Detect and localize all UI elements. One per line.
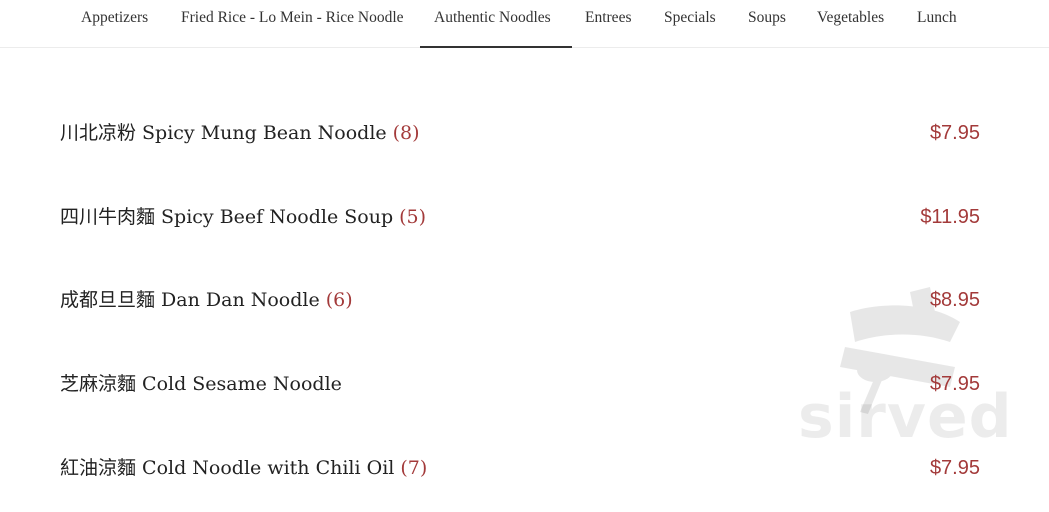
- menu-item[interactable]: 成都旦旦麵 Dan Dan Noodle (6) $8.95: [60, 285, 984, 325]
- tab-entrees[interactable]: Entrees: [571, 0, 645, 48]
- menu-item-title: 芝麻涼麵 Cold Sesame Noodle: [60, 373, 342, 395]
- menu-item-price: $8.95: [929, 289, 980, 311]
- tab-lunch[interactable]: Lunch: [903, 0, 971, 48]
- menu-item-title: 成都旦旦麵 Dan Dan Noodle: [60, 289, 320, 311]
- menu-item-name: 芝麻涼麵 Cold Sesame Noodle: [60, 369, 348, 396]
- tab-label: Entrees: [585, 9, 632, 26]
- tab-label: Soups: [748, 9, 786, 26]
- menu-item[interactable]: 四川牛肉麵 Spicy Beef Noodle Soup (5) $11.95: [60, 202, 984, 242]
- tab-label: Specials: [664, 9, 716, 26]
- menu-item-name: 四川牛肉麵 Spicy Beef Noodle Soup (5): [60, 202, 426, 229]
- tab-label: Vegetables: [817, 9, 885, 26]
- menu-item-spice-level: (5): [399, 206, 427, 228]
- tab-fried-rice-lo-mein-rice-noodle[interactable]: Fried Rice - Lo Mein - Rice Noodle: [167, 0, 418, 48]
- menu-item-price: $11.95: [920, 206, 980, 228]
- menu-item-name: 川北凉粉 Spicy Mung Bean Noodle (8): [60, 118, 420, 145]
- tab-label: Appetizers: [81, 9, 149, 26]
- menu-item-title: 四川牛肉麵 Spicy Beef Noodle Soup: [60, 206, 394, 228]
- menu-item-title: 紅油涼麵 Cold Noodle with Chili Oil: [60, 457, 395, 479]
- tab-authentic-noodles[interactable]: Authentic Noodles: [420, 0, 572, 48]
- category-nav: Appetizers Fried Rice - Lo Mein - Rice N…: [0, 0, 1049, 48]
- menu-item-title: 川北凉粉 Spicy Mung Bean Noodle: [60, 122, 387, 144]
- menu-item-name: 紅油涼麵 Cold Noodle with Chili Oil (7): [60, 453, 427, 480]
- tab-appetizers[interactable]: Appetizers: [67, 0, 162, 48]
- menu-item-price: $7.95: [929, 373, 980, 395]
- menu-item[interactable]: 紅油涼麵 Cold Noodle with Chili Oil (7) $7.95: [60, 453, 984, 493]
- menu-item[interactable]: 芝麻涼麵 Cold Sesame Noodle $7.95: [60, 369, 984, 409]
- tab-vegetables[interactable]: Vegetables: [803, 0, 898, 48]
- tab-soups[interactable]: Soups: [734, 0, 800, 48]
- menu-item-spice-level: (7): [400, 457, 428, 479]
- menu-item-name: 成都旦旦麵 Dan Dan Noodle (6): [60, 285, 353, 312]
- tab-label: Fried Rice - Lo Mein - Rice Noodle: [181, 9, 404, 26]
- menu-item[interactable]: 川北凉粉 Spicy Mung Bean Noodle (8) $7.95: [60, 118, 984, 158]
- tab-label: Authentic Noodles: [434, 9, 551, 26]
- tab-specials[interactable]: Specials: [650, 0, 730, 48]
- menu-item-spice-level: (6): [325, 289, 353, 311]
- menu-item-price: $7.95: [929, 122, 980, 144]
- menu-item-spice-level: (8): [392, 122, 420, 144]
- menu-item-price: $7.95: [929, 457, 980, 479]
- tab-label: Lunch: [917, 9, 957, 26]
